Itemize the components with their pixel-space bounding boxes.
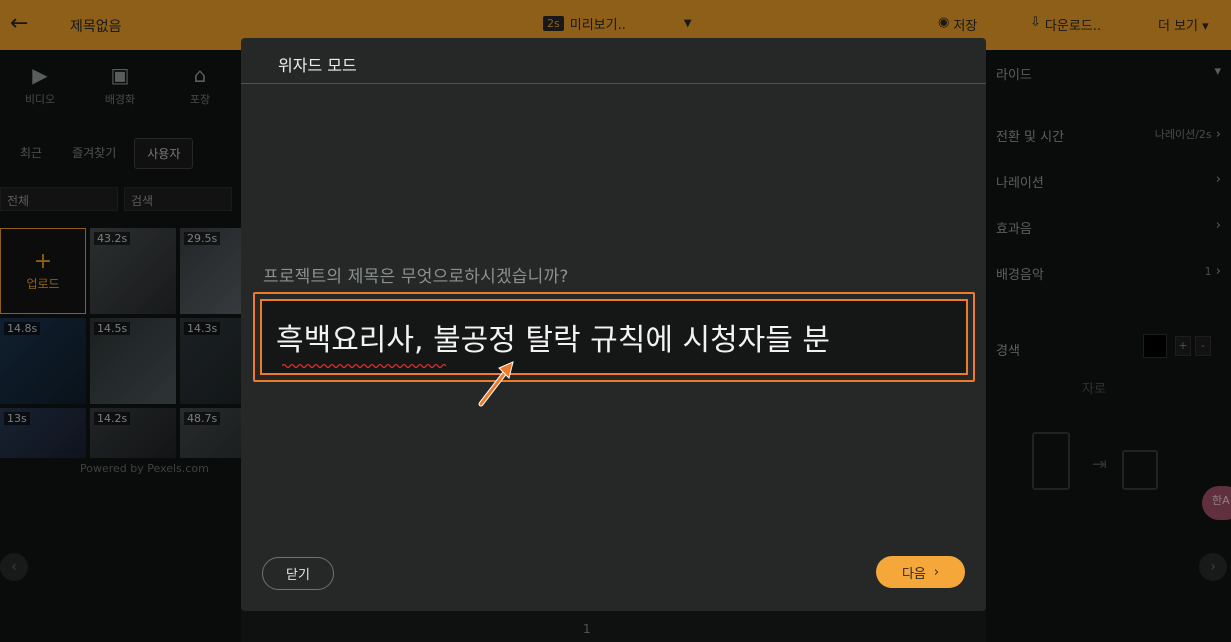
project-title-input[interactable] — [276, 319, 966, 354]
spellcheck-underline — [282, 363, 447, 368]
next-button[interactable]: 다음 › — [876, 556, 965, 588]
wizard-modal: 위자드 모드 프로젝트의 제목은 무엇으로하시겠습니까? 닫기 다음 › — [241, 38, 986, 611]
highlight-frame — [253, 292, 975, 382]
annotation-arrow-icon — [478, 361, 514, 407]
modal-divider — [241, 83, 986, 84]
chevron-right-icon: › — [933, 564, 940, 580]
project-title-question: 프로젝트의 제목은 무엇으로하시겠습니까? — [263, 267, 569, 287]
modal-title: 위자드 모드 — [278, 56, 357, 75]
next-label: 다음 — [901, 566, 926, 582]
title-input-box — [260, 299, 968, 375]
close-button[interactable]: 닫기 — [262, 557, 334, 590]
